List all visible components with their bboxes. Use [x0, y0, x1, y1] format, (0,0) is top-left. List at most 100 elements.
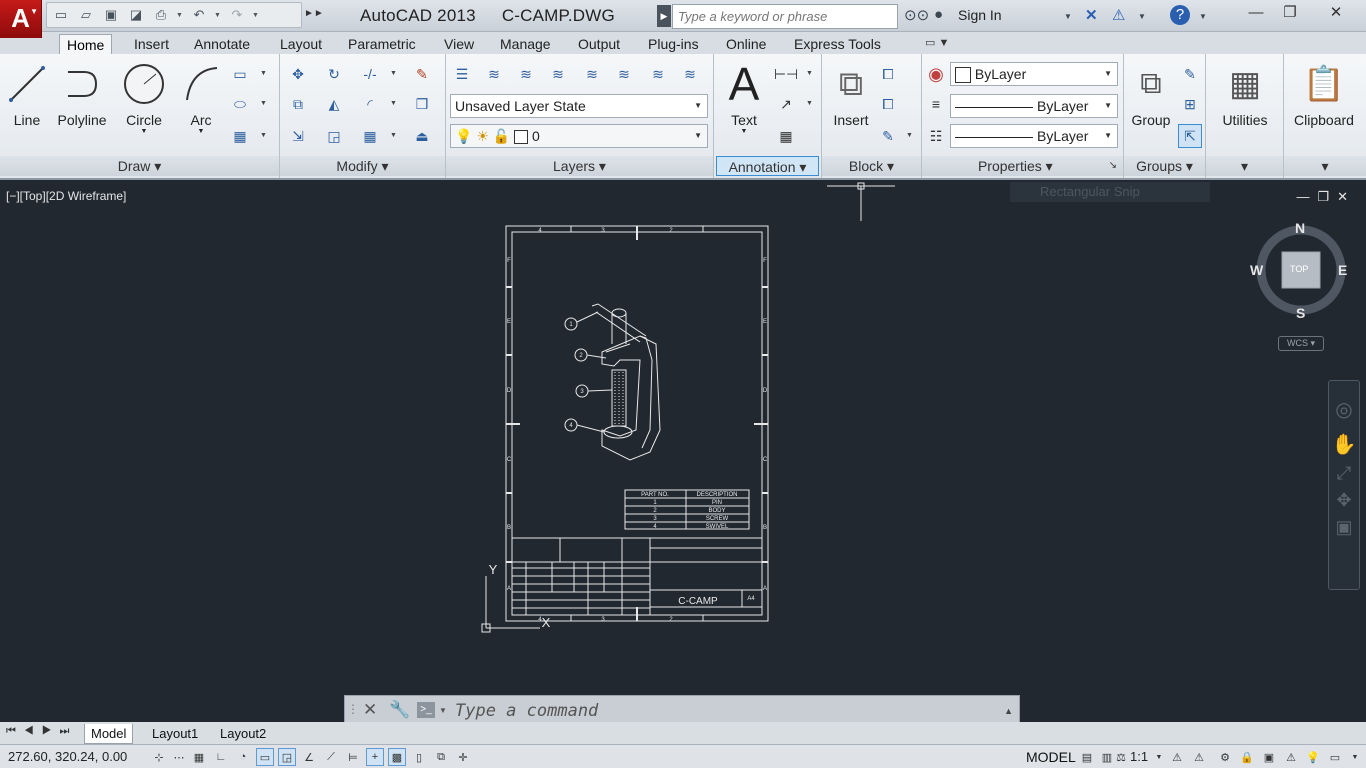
zoom-extents-icon[interactable]: ⤢: [1329, 463, 1359, 484]
layer-states-icon[interactable]: ≋: [482, 62, 506, 86]
quick-properties-icon[interactable]: ▯: [410, 748, 428, 766]
trim-dropdown-icon[interactable]: ▼: [390, 70, 397, 77]
stretch-icon[interactable]: ⇲: [286, 124, 310, 148]
tab-view[interactable]: View: [437, 34, 481, 54]
a360-dropdown-icon[interactable]: ▼: [1138, 12, 1146, 21]
dynamic-input-icon[interactable]: ⊨: [344, 748, 362, 766]
layer-unisolate-icon[interactable]: ≋: [678, 62, 702, 86]
viewport-close-icon[interactable]: ✕: [1337, 189, 1356, 204]
command-close-icon[interactable]: ✕: [363, 700, 377, 720]
snap-mode-icon[interactable]: ⋯: [170, 748, 188, 766]
compass-west[interactable]: W: [1250, 262, 1263, 278]
plot-icon[interactable]: ⎙: [151, 5, 171, 25]
viewport-restore-icon[interactable]: ❐: [1317, 189, 1337, 204]
viewport-minimize-icon[interactable]: —: [1296, 189, 1317, 204]
maximize-button[interactable]: ❐: [1278, 4, 1302, 24]
offset-icon[interactable]: ⏏: [410, 124, 434, 148]
table-icon[interactable]: ▦: [774, 124, 798, 148]
autodesk-360-icon[interactable]: ⚠: [1112, 6, 1125, 24]
polar-tracking-icon[interactable]: ◔: [234, 748, 252, 766]
grid-display-icon[interactable]: ▦: [190, 748, 208, 766]
dynamic-ucs-icon[interactable]: ⟋: [322, 748, 340, 766]
polyline-button[interactable]: Polyline: [54, 56, 110, 128]
dimension-icon[interactable]: ⊢⊣: [774, 62, 798, 86]
lineweight-icon[interactable]: ≡: [924, 92, 948, 116]
layer-previous-icon[interactable]: ≋: [612, 62, 636, 86]
annotation-panel-title[interactable]: Annotation ▾: [716, 156, 819, 176]
linetype-icon[interactable]: ☷: [924, 124, 948, 148]
quick-view-layouts-icon[interactable]: ▤: [1078, 748, 1096, 766]
properties-panel-title[interactable]: Properties ▾ ↘: [922, 156, 1123, 176]
create-block-icon[interactable]: ⧠: [876, 62, 900, 86]
arc-button[interactable]: Arc ▼: [176, 56, 226, 135]
dimension-dropdown-icon[interactable]: ▼: [806, 70, 813, 77]
rectangle-icon[interactable]: ▭: [228, 62, 252, 86]
layer-isolate-icon[interactable]: ≋: [514, 62, 538, 86]
lock-ui-icon[interactable]: 🔒: [1238, 748, 1256, 766]
save-as-icon[interactable]: ◪: [126, 5, 146, 25]
plot-dropdown-icon[interactable]: ▼: [176, 12, 184, 19]
save-icon[interactable]: ▣: [101, 5, 121, 25]
undo-icon[interactable]: ↶: [189, 5, 209, 25]
undo-dropdown-icon[interactable]: ▼: [214, 12, 222, 19]
showmotion-icon[interactable]: ▣: [1329, 517, 1359, 538]
qat-more-icon[interactable]: ►►: [304, 8, 324, 19]
layers-panel-title[interactable]: Layers ▾: [446, 156, 713, 176]
viewport-controls-label[interactable]: [−][Top][2D Wireframe]: [6, 189, 126, 203]
command-history-icon[interactable]: ▲: [1004, 706, 1013, 716]
annotation-visibility-icon[interactable]: ⚠: [1168, 748, 1186, 766]
lineweight-toggle-icon[interactable]: +: [366, 748, 384, 766]
current-layer-dropdown[interactable]: 💡 ☀ 🔓 0 ▼: [450, 124, 708, 148]
wcs-menu[interactable]: WCS ▾: [1278, 336, 1324, 351]
annotation-scale-value[interactable]: 1:1: [1130, 749, 1148, 764]
fillet-dropdown-icon[interactable]: ▼: [390, 100, 397, 107]
redo-dropdown-icon[interactable]: ▼: [252, 12, 260, 19]
tab-parametric[interactable]: Parametric: [341, 34, 423, 54]
help-dropdown-icon[interactable]: ▼: [1199, 12, 1207, 21]
annotation-monitor-icon[interactable]: ✛: [454, 748, 472, 766]
rotate-icon[interactable]: ↻: [322, 62, 346, 86]
insert-button[interactable]: ⧉ Insert: [826, 56, 876, 129]
mirror-icon[interactable]: ◭: [322, 92, 346, 116]
hatch-dropdown-icon[interactable]: ▼: [260, 132, 267, 139]
layout-nav-arrows[interactable]: ⏮◀▶⏭: [6, 725, 77, 738]
tab-model[interactable]: Model: [84, 724, 134, 744]
rectangle-dropdown-icon[interactable]: ▼: [260, 70, 267, 77]
copy-icon[interactable]: ⧉: [286, 92, 310, 116]
workspace-switching-icon[interactable]: ⚙: [1216, 748, 1234, 766]
ortho-mode-icon[interactable]: ∟: [212, 748, 230, 766]
ellipse-dropdown-icon[interactable]: ▼: [260, 100, 267, 107]
layer-state-dropdown[interactable]: Unsaved Layer State ▼: [450, 94, 708, 118]
orbit-icon[interactable]: ✥: [1329, 490, 1359, 511]
tab-plugins[interactable]: Plug-ins: [641, 34, 706, 54]
command-customize-icon[interactable]: 🔧: [389, 700, 410, 720]
text-button[interactable]: A Text ▼: [718, 56, 770, 135]
move-icon[interactable]: ✥: [286, 62, 310, 86]
modify-panel-title[interactable]: Modify ▾: [280, 156, 445, 176]
command-prompt-icon[interactable]: >_: [417, 702, 435, 718]
utilities-button[interactable]: ▦ Utilities: [1208, 56, 1282, 128]
array-dropdown-icon[interactable]: ▼: [390, 132, 397, 139]
fillet-icon[interactable]: ◜: [358, 92, 382, 116]
layer-freeze-icon[interactable]: ≋: [546, 62, 570, 86]
leader-dropdown-icon[interactable]: ▼: [806, 100, 813, 107]
group-selection-icon[interactable]: ⇱: [1178, 124, 1202, 148]
model-space-button[interactable]: MODEL: [1026, 749, 1076, 765]
isolate-objects-icon[interactable]: 💡: [1304, 748, 1322, 766]
hardware-acceleration-icon[interactable]: ▣: [1260, 748, 1278, 766]
layer-walk-icon[interactable]: ≋: [646, 62, 670, 86]
edit-attributes-icon[interactable]: ✎: [876, 124, 900, 148]
ribbon-minimize-icon[interactable]: ▭ ▼: [925, 36, 949, 49]
layer-properties-icon[interactable]: ☰: [450, 62, 474, 86]
isolate-objects-icon[interactable]: ⚠: [1282, 748, 1300, 766]
object-snap-tracking-icon[interactable]: ∠: [300, 748, 318, 766]
attributes-dropdown-icon[interactable]: ▼: [906, 132, 913, 139]
text-dropdown-icon[interactable]: ▼: [718, 128, 770, 135]
tab-home[interactable]: Home: [59, 34, 113, 54]
utilities-panel-title[interactable]: ▾: [1206, 156, 1283, 176]
circle-button[interactable]: Circle ▼: [118, 56, 170, 135]
transparency-icon[interactable]: ▩: [388, 748, 406, 766]
3d-object-snap-icon[interactable]: ◲: [278, 748, 296, 766]
redo-icon[interactable]: ↷: [227, 5, 247, 25]
compass-north[interactable]: N: [1295, 220, 1305, 236]
